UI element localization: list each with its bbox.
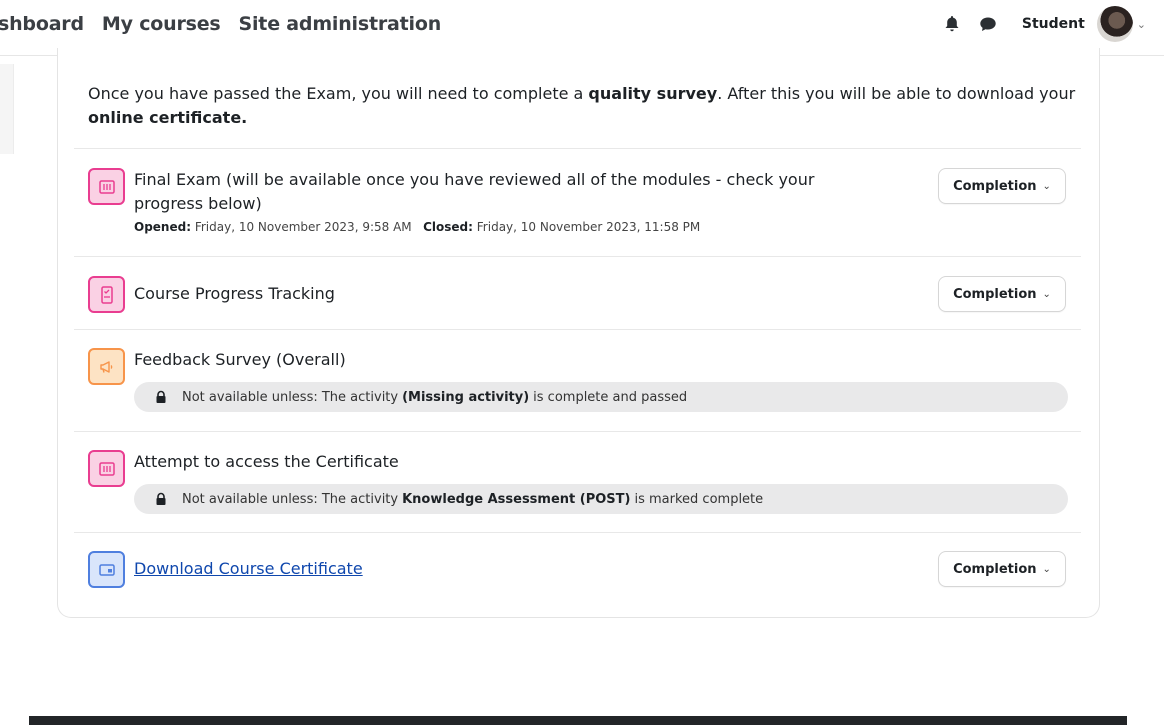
section-summary: Once you have passed the Exam, you will … — [88, 84, 1076, 127]
user-menu-area: Student ⌄ — [940, 0, 1146, 48]
course-index-drawer-edge — [0, 64, 14, 154]
activity-final-exam: Final Exam (will be available once you h… — [88, 168, 1078, 248]
restriction-notice: Not available unless: The activity (Missi… — [134, 382, 1068, 412]
chevron-down-icon: ⌄ — [1042, 180, 1051, 192]
completion-dropdown[interactable]: Completion ⌄ — [938, 551, 1066, 587]
activity-title[interactable]: Course Progress Tracking — [134, 282, 335, 306]
nav-my-courses[interactable]: My courses — [102, 13, 221, 35]
lock-icon — [154, 390, 168, 404]
divider — [74, 431, 1081, 432]
bell-icon[interactable] — [940, 12, 964, 36]
nav-site-administration[interactable]: Site administration — [239, 13, 442, 35]
divider — [74, 148, 1081, 149]
activity-title[interactable]: Final Exam (will be available once you h… — [134, 168, 814, 216]
chevron-down-icon: ⌄ — [1042, 288, 1051, 300]
activity-course-progress-tracking: Course Progress Tracking Completion ⌄ — [88, 276, 1078, 316]
activity-dates: Opened: Friday, 10 November 2023, 9:58 A… — [134, 220, 701, 234]
chat-bubble-icon[interactable] — [976, 12, 1000, 36]
nav-dashboard[interactable]: shboard — [0, 13, 84, 35]
restriction-notice: Not available unless: The activity Knowle… — [134, 484, 1068, 514]
completion-dropdown[interactable]: Completion ⌄ — [938, 276, 1066, 312]
lock-icon — [154, 492, 168, 506]
activity-title[interactable]: Attempt to access the Certificate — [134, 450, 399, 474]
user-name[interactable]: Student — [1022, 16, 1085, 32]
activity-feedback-survey: Feedback Survey (Overall) Not available … — [88, 348, 1078, 418]
activity-download-certificate: Download Course Certificate Completion ⌄ — [88, 551, 1078, 591]
megaphone-icon[interactable] — [88, 348, 125, 385]
certificate-icon[interactable] — [88, 551, 125, 588]
divider — [74, 329, 1081, 330]
chevron-down-icon: ⌄ — [1042, 563, 1051, 575]
chevron-down-icon[interactable]: ⌄ — [1137, 18, 1146, 31]
course-section-card: Once you have passed the Exam, you will … — [57, 48, 1100, 618]
quiz-icon[interactable] — [88, 168, 125, 205]
page-footer — [29, 716, 1127, 725]
divider — [74, 256, 1081, 257]
download-certificate-link[interactable]: Download Course Certificate — [134, 557, 363, 581]
activity-title[interactable]: Feedback Survey (Overall) — [134, 348, 346, 372]
activity-attempt-certificate: Attempt to access the Certificate Not av… — [88, 450, 1078, 520]
primary-navigation: shboard My courses Site administration — [0, 0, 441, 48]
quiz-icon[interactable] — [88, 450, 125, 487]
avatar[interactable] — [1096, 6, 1133, 42]
divider — [74, 532, 1081, 533]
completion-dropdown[interactable]: Completion ⌄ — [938, 168, 1066, 204]
checklist-icon[interactable] — [88, 276, 125, 313]
